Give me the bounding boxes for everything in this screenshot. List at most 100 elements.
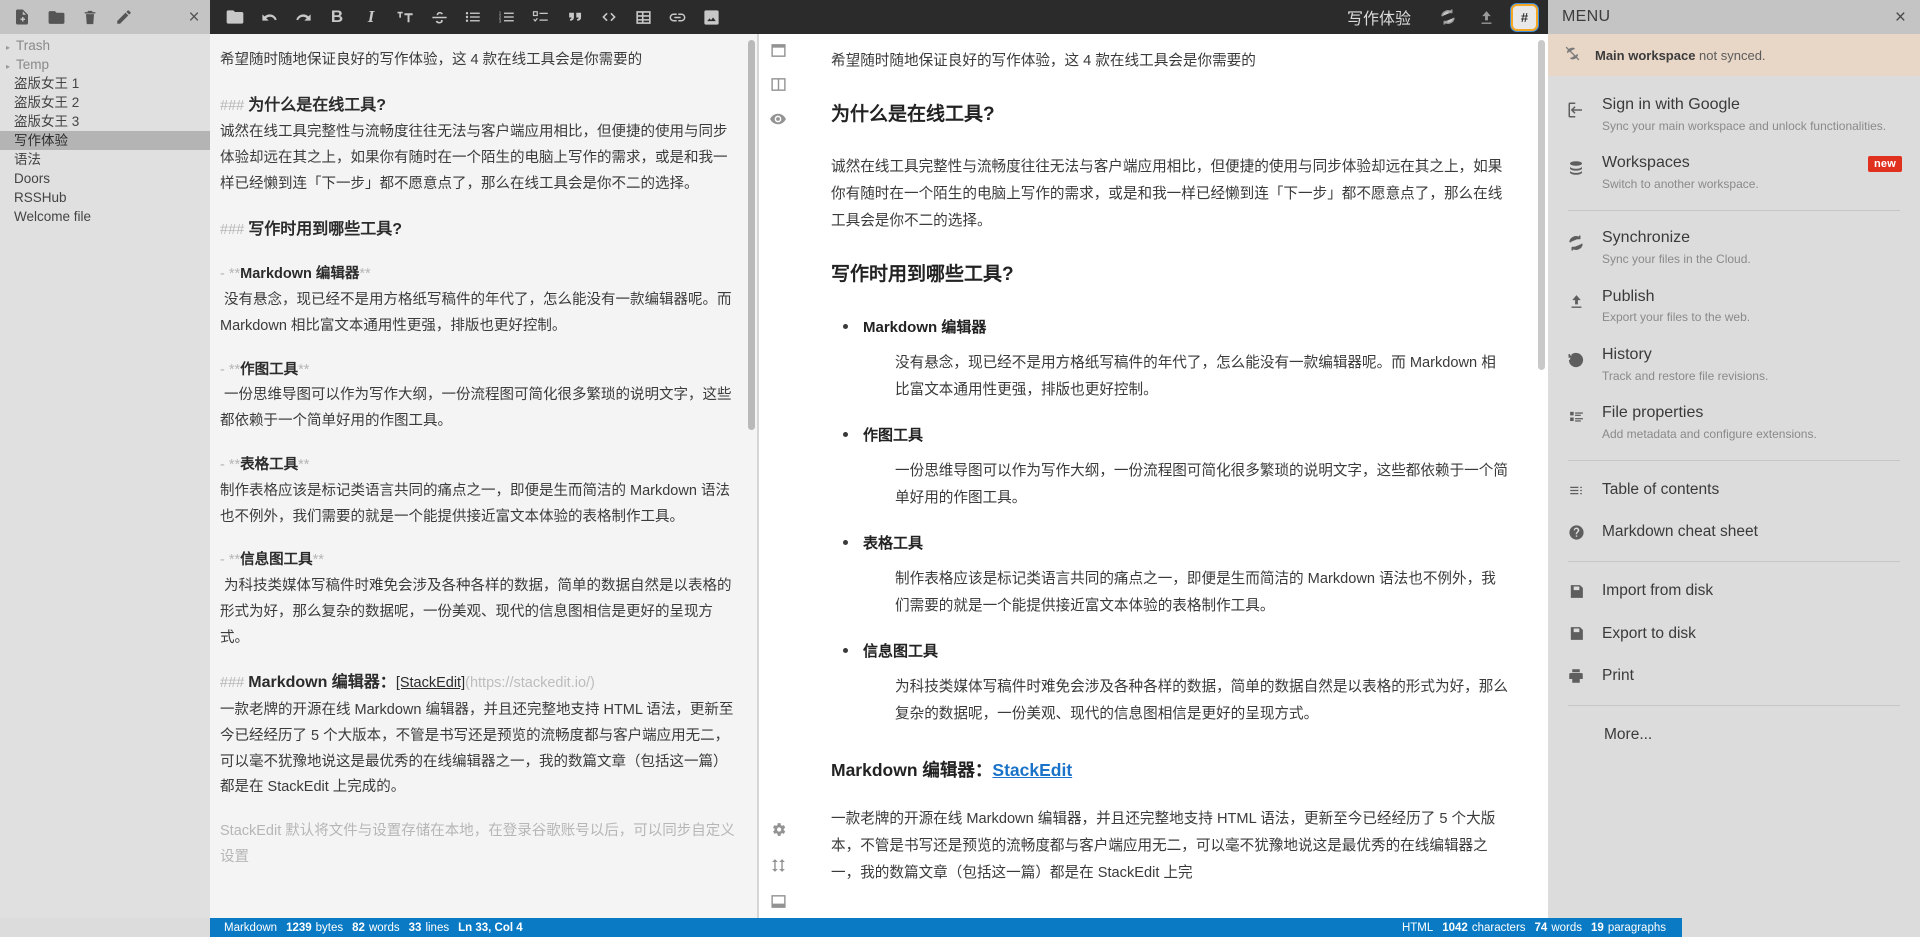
italic-icon[interactable]: I: [354, 0, 388, 34]
preview-toggle-icon[interactable]: [770, 893, 787, 915]
numbered-list-icon[interactable]: 123: [490, 0, 524, 34]
menu-item-desc: Add metadata and configure extensions.: [1602, 426, 1904, 443]
menu-item-history[interactable]: History Track and restore file revisions…: [1548, 336, 1920, 394]
editor-bullet-text: 表格工具: [240, 457, 298, 473]
preview-list-item-title: Markdown 编辑器: [863, 319, 986, 336]
explorer-item-7[interactable]: Welcome file: [0, 207, 210, 226]
menu-item-desc: Sync your main workspace and unlock func…: [1602, 118, 1904, 135]
menu-item-label: More...: [1604, 725, 1652, 745]
image-icon[interactable]: [694, 0, 728, 34]
editor-link-text: [StackEdit]: [396, 675, 465, 691]
rename-icon[interactable]: [114, 7, 134, 27]
preview-heading: 写作时用到哪些工具?: [831, 257, 1508, 292]
markdown-editor[interactable]: 希望随时随地保证良好的写作体验，这 4 款在线工具会是你需要的 ### 为什么是…: [210, 34, 757, 937]
menu-item-publish[interactable]: Publish Export your files to the web.: [1548, 278, 1920, 336]
menu-item-label: Publish: [1602, 288, 1654, 305]
check-list-icon[interactable]: [524, 0, 558, 34]
print-icon: [1566, 667, 1586, 685]
explorer-item-4[interactable]: 语法: [0, 150, 210, 169]
view-toggle-gutter: [759, 34, 797, 937]
settings-icon[interactable]: [770, 821, 787, 843]
new-folder-icon[interactable]: [46, 7, 66, 27]
explorer-folder-trash[interactable]: ▸Trash: [0, 36, 210, 55]
preview-heading: 为什么是在线工具?: [831, 97, 1508, 132]
menu-title: MENU: [1562, 8, 1610, 26]
editor-md-mark: - **: [220, 266, 240, 282]
preview-scrollbar[interactable]: [1538, 40, 1545, 370]
menu-items: Sign in with Google Sync your main works…: [1548, 76, 1920, 937]
explorer-item-0[interactable]: 盗版女王 1: [0, 74, 210, 93]
editor-preview-panes: 希望随时随地保证良好的写作体验，这 4 款在线工具会是你需要的 ### 为什么是…: [210, 34, 1548, 937]
explorer-item-1[interactable]: 盗版女王 2: [0, 93, 210, 112]
preview-list-item-title: 信息图工具: [863, 643, 938, 660]
explorer-item-2[interactable]: 盗版女王 3: [0, 112, 210, 131]
menu-divider: [1568, 561, 1900, 562]
menu-item-synchronize[interactable]: Synchronize Sync your files in the Cloud…: [1548, 219, 1920, 277]
editor-gap: [220, 435, 739, 453]
table-icon[interactable]: [626, 0, 660, 34]
preview-heading-text: Markdown 编辑器：: [831, 760, 992, 780]
scroll-sync-icon[interactable]: [770, 857, 787, 879]
editor-md-mark: **: [298, 362, 309, 378]
preview-paragraph: 诚然在线工具完整性与流畅度往往无法与客户端应用相比，但便捷的使用与同步体验却远在…: [831, 154, 1508, 235]
delete-icon[interactable]: [80, 7, 100, 27]
redo-icon[interactable]: [286, 0, 320, 34]
menu-item-markdown-cheat-sheet[interactable]: Markdown cheat sheet: [1548, 511, 1920, 553]
sync-icon[interactable]: [1431, 0, 1465, 34]
bold-icon[interactable]: B: [320, 0, 354, 34]
editor-line: 诚然在线工具完整性与流畅度往往无法与客户端应用相比，但便捷的使用与同步体验却远在…: [220, 120, 739, 197]
menu-item-label: File properties: [1602, 404, 1703, 421]
bullet-list-icon[interactable]: [456, 0, 490, 34]
explorer-item-5[interactable]: Doors: [0, 169, 210, 188]
strikethrough-icon[interactable]: [422, 0, 456, 34]
menu-item-label: Print: [1602, 666, 1634, 686]
menu-item-print[interactable]: Print: [1548, 655, 1920, 697]
menu-item-file-properties[interactable]: File properties Add metadata and configu…: [1548, 394, 1920, 452]
menu-header: MENU ×: [1548, 0, 1920, 34]
menu-item-export-to-disk[interactable]: Export to disk: [1548, 613, 1920, 655]
toolbar-right: 写作体验 #: [1347, 0, 1540, 34]
close-icon[interactable]: ×: [1895, 8, 1906, 27]
explorer-item-selected[interactable]: 写作体验: [0, 131, 210, 150]
editor-content[interactable]: 希望随时随地保证良好的写作体验，这 4 款在线工具会是你需要的 ### 为什么是…: [210, 34, 757, 871]
new-file-icon[interactable]: [12, 7, 32, 27]
gutter-bottom-icons: [759, 821, 797, 929]
explorer-item-6[interactable]: RSSHub: [0, 188, 210, 207]
publish-icon[interactable]: [1469, 0, 1503, 34]
editor-md-mark: - **: [220, 552, 240, 568]
toolbar-buttons: B I 123: [210, 0, 728, 34]
menu-item-import-from-disk[interactable]: Import from disk: [1548, 570, 1920, 612]
menu-toggle-button[interactable]: #: [1513, 6, 1536, 29]
editor-toolbar: B I 123: [210, 0, 1548, 34]
editor-gap: [220, 198, 739, 216]
preview-paragraph: 希望随时随地保证良好的写作体验，这 4 款在线工具会是你需要的: [831, 48, 1508, 75]
svg-text:3: 3: [499, 19, 502, 24]
explorer-folder-temp[interactable]: ▸Temp: [0, 55, 210, 74]
menu-item-label: History: [1602, 346, 1652, 363]
folder-icon[interactable]: [218, 0, 252, 34]
menu-item-sign-in[interactable]: Sign in with Google Sync your main works…: [1548, 86, 1920, 144]
menu-divider: [1568, 705, 1900, 706]
undo-icon[interactable]: [252, 0, 286, 34]
preview-paragraph: 一款老牌的开源在线 Markdown 编辑器，并且还完整地支持 HTML 语法，…: [831, 806, 1508, 887]
menu-item-text: Sign in with Google Sync your main works…: [1602, 95, 1904, 135]
editor-gap: [220, 74, 739, 92]
layout-icon[interactable]: [770, 42, 787, 64]
stackedit-link[interactable]: StackEdit: [992, 760, 1072, 780]
document-title: 写作体验: [1347, 5, 1411, 29]
close-explorer-icon[interactable]: ×: [178, 0, 210, 34]
eye-icon[interactable]: [769, 110, 787, 133]
menu-item-workspaces[interactable]: Workspaces Switch to another workspace. …: [1548, 144, 1920, 202]
heading-icon[interactable]: [388, 0, 422, 34]
blockquote-icon[interactable]: [558, 0, 592, 34]
link-icon[interactable]: [660, 0, 694, 34]
code-icon[interactable]: [592, 0, 626, 34]
split-view-icon[interactable]: [770, 76, 787, 98]
editor-heading: ### 写作时用到哪些工具?: [220, 216, 739, 244]
editor-scrollbar[interactable]: [748, 40, 755, 430]
menu-item-table-of-contents[interactable]: Table of contents: [1548, 469, 1920, 511]
preview-list-item: 作图工具 一份思维导图可以作为写作大纲，一份流程图可简化很多繁琐的说明文字，这些…: [831, 422, 1508, 512]
markdown-preview[interactable]: 希望随时随地保证良好的写作体验，这 4 款在线工具会是你需要的 为什么是在线工具…: [797, 34, 1548, 937]
menu-item-more[interactable]: More...: [1548, 714, 1920, 756]
banner-workspace-name: Main workspace: [1595, 48, 1695, 63]
